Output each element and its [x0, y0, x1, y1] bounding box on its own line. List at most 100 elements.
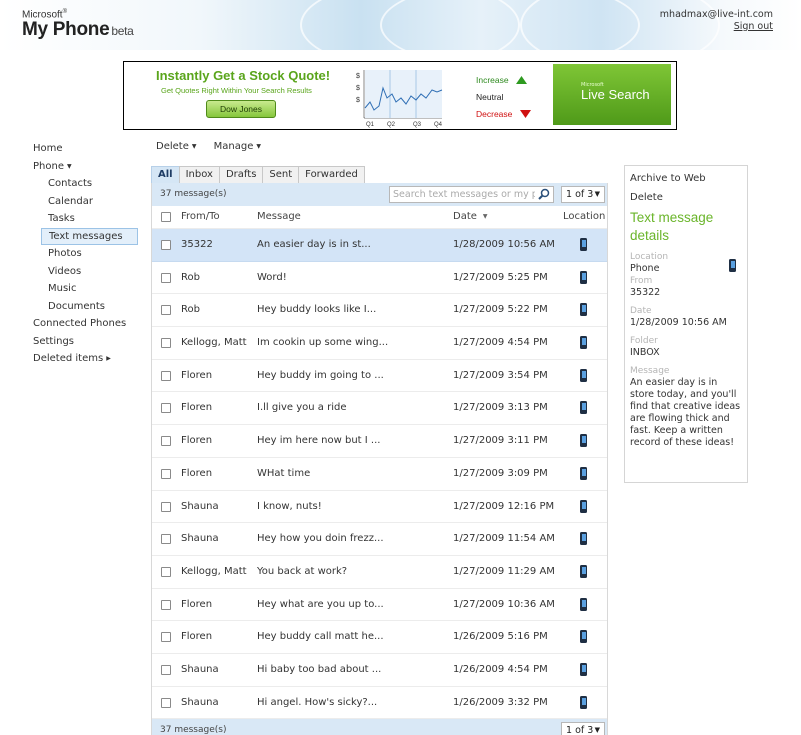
table-row[interactable]: Floren Hey buddy im going to ... 1/27/2009…	[152, 360, 607, 393]
ad-live-search-logo[interactable]: Microsoft Live Search	[553, 64, 671, 125]
tab-inbox[interactable]: Inbox	[178, 166, 220, 183]
ad-chart-ytick: $	[356, 73, 360, 80]
row-checkbox[interactable]	[161, 338, 171, 349]
table-row[interactable]: Floren WHat time 1/27/2009 3:09 PM	[152, 458, 607, 491]
row-from: Rob	[181, 304, 200, 316]
phone-icon	[580, 401, 587, 415]
tab-all[interactable]: All	[151, 166, 180, 183]
table-row[interactable]: Kellogg, Matt Im cookin up some wing... 1/…	[152, 327, 607, 360]
row-checkbox[interactable]	[161, 240, 171, 250]
row-from: Floren	[181, 402, 213, 414]
manage-menu-button[interactable]: Manage ▼	[214, 141, 261, 152]
nav-documents[interactable]: Documents	[33, 298, 138, 316]
ad-subtitle: Get Quotes Right Within Your Search Resu…	[161, 86, 312, 95]
page-select[interactable]: 1 of 3 ▼	[561, 186, 605, 203]
table-row[interactable]: Rob Hey buddy looks like I... 1/27/2009 5:…	[152, 294, 607, 328]
sign-out-link[interactable]: Sign out	[660, 21, 773, 33]
row-from: Floren	[181, 631, 213, 643]
ad-chart-xtick: Q3	[413, 122, 422, 128]
row-checkbox[interactable]	[161, 664, 171, 675]
message-rows: 35322 An easier day is in st... 1/28/2009 …	[152, 229, 607, 720]
ad-dow-jones-button[interactable]: Dow Jones	[206, 100, 276, 118]
row-from: Shauna	[181, 696, 219, 708]
nav-videos[interactable]: Videos	[33, 263, 138, 281]
row-checkbox[interactable]	[161, 697, 171, 708]
row-checkbox[interactable]	[161, 632, 171, 643]
caret-down-icon: ▼	[191, 143, 197, 150]
table-row[interactable]: Floren Hey buddy call matt he... 1/26/2009…	[152, 621, 607, 654]
ad-increase: Increase	[476, 75, 527, 85]
nav-music[interactable]: Music	[33, 280, 138, 298]
row-checkbox[interactable]	[161, 305, 171, 316]
detail-delete-link[interactable]: Delete	[630, 188, 742, 207]
nav-home[interactable]: Home	[33, 140, 138, 158]
table-row[interactable]: Floren Hey im here now but I ... 1/27/2009…	[152, 425, 607, 458]
row-checkbox[interactable]	[161, 599, 171, 610]
ad-banner[interactable]: Instantly Get a Stock Quote! Get Quotes …	[123, 61, 677, 130]
row-checkbox[interactable]	[161, 403, 171, 414]
row-date: 1/27/2009 12:16 PM	[453, 500, 555, 512]
ad-chart-xtick: Q1	[366, 122, 375, 128]
table-row[interactable]: 35322 An easier day is in st... 1/28/2009 …	[152, 229, 607, 262]
row-checkbox[interactable]	[161, 436, 171, 447]
message-list: 37 message(s) Search text messages or my…	[151, 183, 608, 735]
row-date: 1/27/2009 5:22 PM	[453, 304, 548, 316]
page-select-footer[interactable]: 1 of 3 ▼	[561, 722, 605, 735]
row-checkbox[interactable]	[161, 534, 171, 545]
select-all-checkbox[interactable]	[161, 212, 171, 222]
table-row[interactable]: Floren Hey what are you up to... 1/27/2009…	[152, 589, 607, 622]
table-row[interactable]: Kellogg, Matt You back at work? 1/27/2009 …	[152, 556, 607, 589]
row-checkbox[interactable]	[161, 501, 171, 512]
search-icon[interactable]	[538, 188, 550, 200]
nav-deleted-items[interactable]: Deleted items ▶	[33, 350, 138, 368]
row-message: Hi baby too bad about ...	[257, 663, 382, 675]
detail-message-label: Message	[630, 366, 670, 376]
row-date: 1/27/2009 11:29 AM	[453, 565, 555, 577]
row-message: WHat time	[257, 467, 311, 479]
nav-text-messages[interactable]: Text messages	[41, 227, 138, 245]
row-from: Rob	[181, 271, 200, 283]
nav-photos[interactable]: Photos	[33, 245, 138, 263]
row-from: Shauna	[181, 663, 219, 675]
column-message[interactable]: Message	[257, 211, 301, 222]
phone-icon	[580, 564, 587, 578]
search-input[interactable]: Search text messages or my phone	[393, 189, 535, 200]
row-date: 1/26/2009 4:54 PM	[453, 663, 548, 675]
sort-desc-icon: ▼	[482, 213, 488, 220]
brand-title[interactable]: My Phone beta	[22, 19, 134, 41]
detail-location-label: Location	[630, 252, 669, 262]
nav-contacts[interactable]: Contacts	[33, 175, 138, 193]
row-checkbox[interactable]	[161, 370, 171, 381]
nav-settings[interactable]: Settings	[33, 333, 138, 351]
table-row[interactable]: Shauna Hey how you doin frezz... 1/27/2009…	[152, 523, 607, 556]
nav-tasks[interactable]: Tasks	[33, 210, 138, 228]
table-row[interactable]: Rob Word! 1/27/2009 5:25 PM	[152, 262, 607, 295]
brand-beta-tag: beta	[111, 24, 134, 38]
ad-chart-plot-bg	[365, 70, 442, 118]
row-message: Word!	[257, 271, 287, 283]
row-date: 1/27/2009 3:54 PM	[453, 369, 548, 381]
table-row[interactable]: Shauna Hi angel. How's sicky?... 1/26/2009…	[152, 687, 607, 720]
search-box[interactable]: Search text messages or my phone	[389, 186, 554, 203]
nav-phone[interactable]: Phone ▼	[33, 158, 138, 176]
column-from[interactable]: From/To	[181, 211, 220, 222]
column-location[interactable]: Location	[563, 211, 605, 222]
row-from: Floren	[181, 369, 213, 381]
nav-connected-phones[interactable]: Connected Phones	[33, 315, 138, 333]
tab-sent[interactable]: Sent	[262, 166, 300, 183]
table-row[interactable]: Floren I.ll give you a ride 1/27/2009 3:13…	[152, 392, 607, 426]
row-checkbox[interactable]	[161, 272, 171, 283]
phone-icon	[580, 597, 587, 611]
table-row[interactable]: Shauna I know, nuts! 1/27/2009 12:16 PM	[152, 491, 607, 524]
delete-menu-button[interactable]: Delete ▼	[156, 141, 196, 152]
ad-title: Instantly Get a Stock Quote!	[156, 68, 331, 83]
row-checkbox[interactable]	[161, 468, 171, 479]
nav-calendar[interactable]: Calendar	[33, 193, 138, 211]
archive-to-web-link[interactable]: Archive to Web	[630, 169, 742, 188]
tab-forwarded[interactable]: Forwarded	[298, 166, 365, 183]
row-checkbox[interactable]	[161, 566, 171, 577]
tab-drafts[interactable]: Drafts	[218, 166, 264, 183]
column-date[interactable]: Date ▼	[453, 211, 488, 222]
row-message: Hey buddy looks like I...	[257, 304, 377, 316]
table-row[interactable]: Shauna Hi baby too bad about ... 1/26/2009…	[152, 654, 607, 687]
